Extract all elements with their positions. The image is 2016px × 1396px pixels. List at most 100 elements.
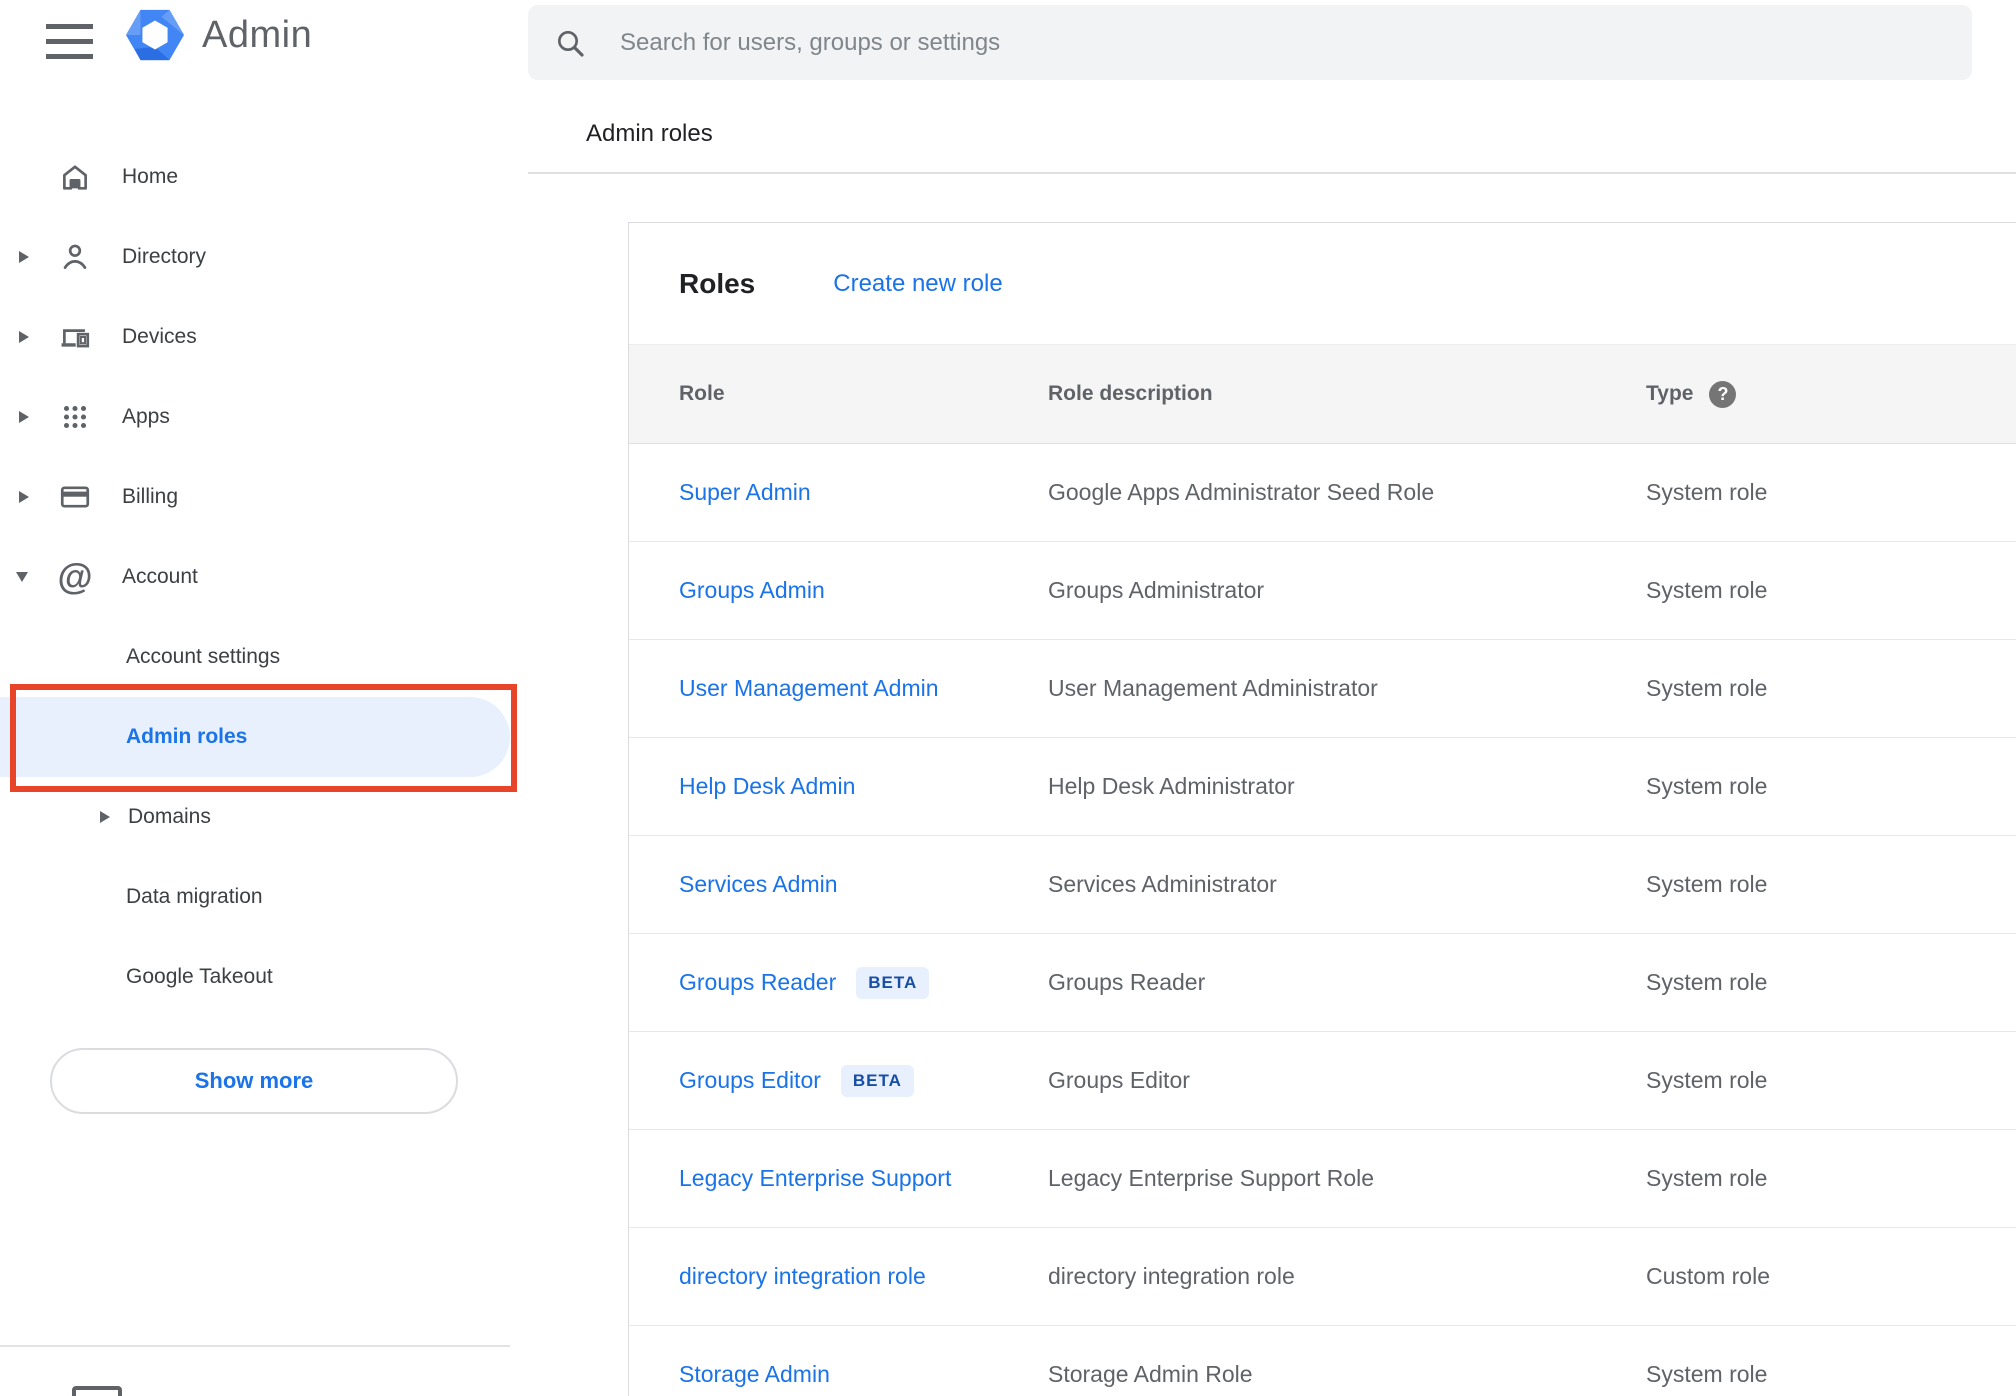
caret-right-icon[interactable] — [19, 411, 29, 423]
sidebar-item-label: Devices — [122, 325, 197, 348]
role-cell: User Management Admin — [679, 675, 1048, 702]
table-row: Services Admin Services Administrator Syst… — [629, 836, 2016, 934]
role-type: System role — [1646, 1361, 1768, 1387]
caret-right-icon[interactable] — [19, 331, 29, 343]
account-at-icon: @ — [57, 556, 93, 597]
role-description: Groups Reader — [1048, 969, 1206, 995]
column-header-role-description: Role description — [1048, 382, 1213, 405]
sidebar-item-apps[interactable]: Apps — [0, 377, 531, 457]
sidebar-item-label: Account — [122, 565, 198, 588]
header-divider — [528, 172, 2016, 174]
role-cell: Super Admin — [679, 479, 1048, 506]
partial-bottom-icon — [72, 1386, 122, 1396]
role-link[interactable]: Legacy Enterprise Support — [679, 1165, 951, 1192]
role-cell: Storage Admin — [679, 1361, 1048, 1388]
sidebar-item-label: Directory — [122, 245, 207, 268]
table-body: Super Admin Google Apps Administrator See… — [629, 444, 2016, 1396]
role-link[interactable]: Groups Reader — [679, 969, 836, 996]
column-header-type: Type ? — [1646, 380, 2016, 408]
table-row: User Management Admin User Management Adm… — [629, 640, 2016, 738]
role-link[interactable]: directory integration role — [679, 1263, 926, 1290]
beta-badge: BETA — [840, 1064, 914, 1097]
breadcrumb: Admin roles — [586, 120, 713, 147]
billing-card-icon — [57, 479, 93, 515]
search-bar[interactable] — [528, 5, 1972, 80]
sidebar-item-data-migration[interactable]: Data migration — [0, 857, 531, 937]
menu-icon[interactable] — [46, 24, 93, 60]
caret-right-icon[interactable] — [19, 491, 29, 503]
role-description: Groups Editor — [1048, 1067, 1190, 1093]
role-description: directory integration role — [1048, 1263, 1295, 1289]
role-type: System role — [1646, 577, 1768, 603]
sidebar-item-account[interactable]: @ Account — [0, 537, 531, 617]
role-type: System role — [1646, 1165, 1768, 1191]
sidebar-item-label: Google Takeout — [126, 965, 273, 988]
role-description: Help Desk Administrator — [1048, 773, 1295, 799]
admin-hexagon-icon — [126, 9, 184, 61]
menu-bar — [46, 24, 93, 29]
sidebar-item-billing[interactable]: Billing — [0, 457, 531, 537]
table-row: Groups Reader BETA Groups Reader System rol… — [629, 934, 2016, 1032]
role-cell: Services Admin — [679, 871, 1048, 898]
sidebar-item-label: Data migration — [126, 885, 263, 908]
role-cell: Legacy Enterprise Support — [679, 1165, 1048, 1192]
admin-logo[interactable]: Admin — [126, 6, 312, 64]
role-type: System role — [1646, 675, 1768, 701]
sidebar-item-label: Domains — [128, 805, 211, 828]
home-icon — [57, 159, 93, 195]
help-icon[interactable]: ? — [1709, 380, 1737, 408]
product-name: Admin — [202, 13, 313, 56]
sidebar-item-label: Home — [122, 165, 179, 188]
caret-right-icon[interactable] — [19, 251, 29, 263]
role-description: Google Apps Administrator Seed Role — [1048, 479, 1435, 505]
table-row: Legacy Enterprise Support Legacy Enterpri… — [629, 1130, 2016, 1228]
role-link[interactable]: Services Admin — [679, 871, 838, 898]
create-new-role-link[interactable]: Create new role — [833, 270, 1002, 298]
column-header-type-label: Type — [1646, 382, 1694, 405]
menu-bar — [46, 54, 93, 59]
sidebar-item-devices[interactable]: Devices — [0, 297, 531, 377]
table-row: Super Admin Google Apps Administrator See… — [629, 444, 2016, 542]
role-link[interactable]: Groups Admin — [679, 577, 825, 604]
menu-bar — [46, 39, 93, 44]
role-type: System role — [1646, 871, 1768, 897]
role-type: System role — [1646, 1067, 1768, 1093]
role-description: Groups Administrator — [1048, 577, 1265, 603]
roles-card: Roles Create new role Role Role descript… — [628, 222, 2016, 1396]
search-input[interactable] — [618, 27, 1946, 58]
sidebar-item-directory[interactable]: Directory — [0, 217, 531, 297]
role-link[interactable]: Help Desk Admin — [679, 773, 855, 800]
role-link[interactable]: Super Admin — [679, 479, 811, 506]
table-row: Groups Editor BETA Groups Editor System rol… — [629, 1032, 2016, 1130]
role-cell: Groups Editor BETA — [679, 1064, 1048, 1097]
role-cell: Help Desk Admin — [679, 773, 1048, 800]
role-description: Legacy Enterprise Support Role — [1048, 1165, 1375, 1191]
role-type: Custom role — [1646, 1263, 1770, 1289]
role-cell: Groups Reader BETA — [679, 966, 1048, 999]
search-icon — [558, 30, 584, 57]
column-header-role: Role — [679, 382, 725, 405]
sidebar-item-label: Billing — [122, 485, 179, 508]
table-header-row: Role Role description Type ? — [629, 344, 2016, 444]
sidebar-item-domains[interactable]: Domains — [0, 777, 531, 857]
role-type: System role — [1646, 969, 1768, 995]
beta-badge: BETA — [856, 966, 930, 999]
sidebar-item-google-takeout[interactable]: Google Takeout — [0, 937, 531, 1017]
role-type: System role — [1646, 773, 1768, 799]
table-row: directory integration role directory inte… — [629, 1228, 2016, 1326]
role-link[interactable]: User Management Admin — [679, 675, 939, 702]
table-row: Groups Admin Groups Administrator System r… — [629, 542, 2016, 640]
sidebar-item-label: Admin roles — [126, 725, 248, 748]
role-link[interactable]: Storage Admin — [679, 1361, 830, 1388]
role-description: Services Administrator — [1048, 871, 1277, 897]
sidebar-item-admin-roles[interactable]: Admin roles — [0, 697, 510, 777]
sidebar-item-home[interactable]: Home — [0, 137, 531, 217]
sidebar-divider — [0, 1345, 510, 1347]
sidebar-item-account-settings[interactable]: Account settings — [0, 617, 531, 697]
show-more-button[interactable]: Show more — [50, 1048, 458, 1114]
role-description: Storage Admin Role — [1048, 1361, 1253, 1387]
role-link[interactable]: Groups Editor — [679, 1067, 821, 1094]
table-row: Storage Admin Storage Admin Role System ro… — [629, 1326, 2016, 1396]
caret-right-icon[interactable] — [100, 811, 110, 823]
caret-down-icon[interactable] — [16, 572, 28, 582]
